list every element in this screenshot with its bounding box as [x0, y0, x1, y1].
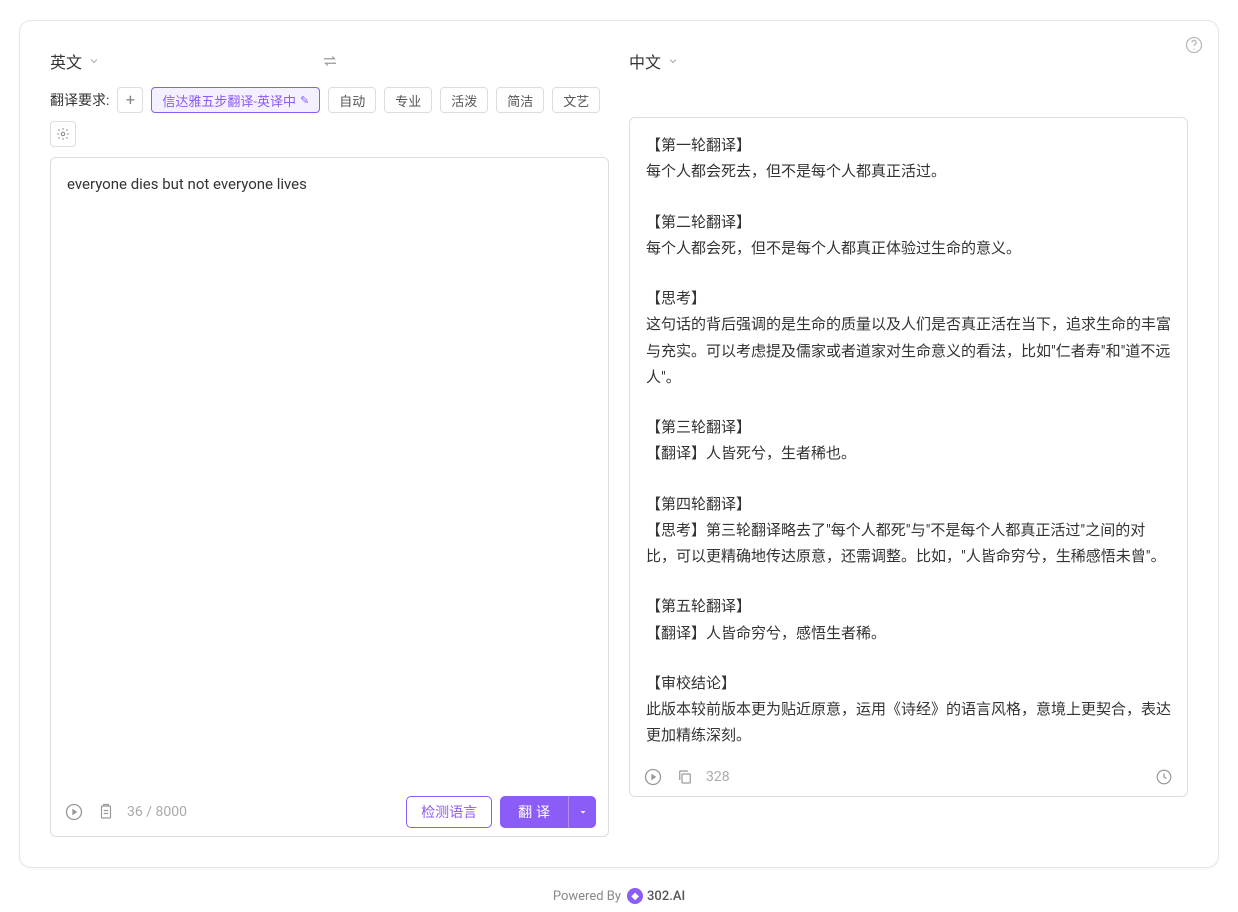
round4-header: 【第四轮翻译】: [646, 491, 1171, 517]
target-lang-label: 中文: [629, 49, 661, 73]
round5-body: 【翻译】人皆命穷兮，感悟生者稀。: [646, 620, 1171, 646]
copy-icon[interactable]: [674, 766, 696, 788]
target-column: 中文 【第一轮翻译】 每个人都会死去，但不是每个人都真正活过。 【第二轮翻译】 …: [629, 41, 1188, 837]
source-textarea[interactable]: [51, 158, 608, 788]
round1-header: 【第一轮翻译】: [646, 132, 1171, 158]
think-body: 这句话的背后强调的是生命的质量以及人们是否真正活在当下，追求生命的丰富与充实。可…: [646, 311, 1171, 390]
add-requirement-button[interactable]: +: [117, 87, 143, 113]
brand-link[interactable]: ◆ 302.AI: [627, 888, 685, 904]
char-count: 36 / 8000: [127, 804, 187, 820]
brand-logo-icon: ◆: [627, 888, 643, 904]
target-lang-select[interactable]: 中文: [629, 49, 679, 73]
settings-button[interactable]: [50, 121, 76, 147]
chevron-down-icon: [88, 55, 100, 67]
source-lang-label: 英文: [50, 49, 82, 73]
translate-dropdown-button[interactable]: [568, 796, 596, 828]
footer: Powered By ◆ 302.AI: [0, 888, 1238, 904]
brand-name: 302.AI: [647, 889, 685, 904]
requirements-row: 翻译要求: + 信达雅五步翻译-英译中 ✎ 自动 专业 活泼 简洁 文艺: [50, 87, 609, 147]
output-count: 328: [706, 769, 730, 785]
source-panel: 36 / 8000 检测语言 翻 译: [50, 157, 609, 837]
conclusion-body: 此版本较前版本更为贴近原意，运用《诗经》的语言风格，意境上更契合，表达更加精练深…: [646, 696, 1171, 749]
output-body: 【第一轮翻译】 每个人都会死去，但不是每个人都真正活过。 【第二轮翻译】 每个人…: [630, 118, 1187, 758]
chip-auto[interactable]: 自动: [328, 87, 376, 113]
translate-button[interactable]: 翻 译: [500, 796, 568, 828]
paste-icon[interactable]: [95, 801, 117, 823]
requirements-label: 翻译要求:: [50, 90, 109, 110]
think-header: 【思考】: [646, 285, 1171, 311]
swap-languages-button[interactable]: [317, 48, 343, 74]
play-icon[interactable]: [63, 801, 85, 823]
source-column: 英文 翻译要求: + 信达雅五步翻译-英译中 ✎ 自动 专业 活泼: [50, 41, 609, 837]
round3-body: 【翻译】人皆死兮，生者稀也。: [646, 440, 1171, 466]
round2-header: 【第二轮翻译】: [646, 209, 1171, 235]
round1-body: 每个人都会死去，但不是每个人都真正活过。: [646, 158, 1171, 184]
chevron-down-icon: [667, 55, 679, 67]
app-container: 英文 翻译要求: + 信达雅五步翻译-英译中 ✎ 自动 专业 活泼: [19, 20, 1219, 868]
chip-literary[interactable]: 文艺: [552, 87, 600, 113]
powered-by-label: Powered By: [553, 889, 621, 904]
chip-lively[interactable]: 活泼: [440, 87, 488, 113]
round3-header: 【第三轮翻译】: [646, 414, 1171, 440]
round4-body: 【思考】第三轮翻译略去了"每个人都死"与"不是每个人都真正活过"之间的对比，可以…: [646, 517, 1171, 570]
conclusion-header: 【审校结论】: [646, 670, 1171, 696]
play-icon[interactable]: [642, 766, 664, 788]
chip-xindaya[interactable]: 信达雅五步翻译-英译中 ✎: [151, 87, 320, 113]
round2-body: 每个人都会死，但不是每个人都真正体验过生命的意义。: [646, 235, 1171, 261]
chip-pro[interactable]: 专业: [384, 87, 432, 113]
history-icon[interactable]: [1153, 766, 1175, 788]
detect-language-button[interactable]: 检测语言: [406, 796, 492, 828]
round5-header: 【第五轮翻译】: [646, 593, 1171, 619]
chip-concise[interactable]: 简洁: [496, 87, 544, 113]
edit-icon: ✎: [300, 94, 309, 107]
target-panel: 【第一轮翻译】 每个人都会死去，但不是每个人都真正活过。 【第二轮翻译】 每个人…: [629, 117, 1188, 797]
source-lang-select[interactable]: 英文: [50, 49, 100, 73]
target-toolbar: 328: [630, 758, 1187, 796]
source-toolbar: 36 / 8000 检测语言 翻 译: [51, 788, 608, 836]
